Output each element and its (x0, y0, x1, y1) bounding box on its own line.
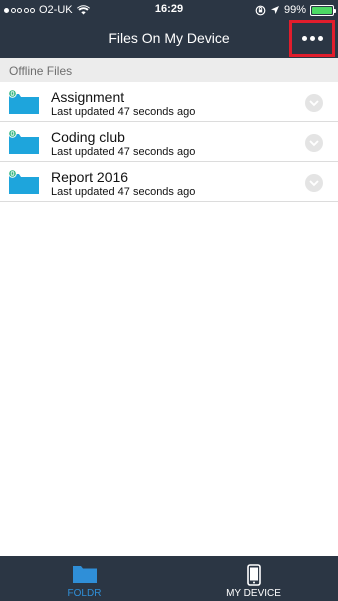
location-icon (270, 6, 279, 14)
file-name: Report 2016 (51, 169, 129, 185)
list-item[interactable]: Assignment Last updated 47 seconds ago (0, 82, 338, 122)
tab-label: MY DEVICE (226, 588, 281, 599)
file-updated-text: Last updated 47 seconds ago (51, 146, 196, 158)
file-name: Assignment (51, 89, 125, 105)
screen: O2-UK 16:29 99% Files On My Device Offli… (0, 0, 338, 601)
more-options-button[interactable] (289, 20, 335, 57)
folder-icon (8, 169, 39, 194)
orientation-lock-icon (255, 5, 266, 15)
nav-bar: Files On My Device (0, 20, 338, 58)
battery-percent: 99% (283, 4, 306, 16)
list-item[interactable]: Report 2016 Last updated 47 seconds ago (0, 162, 338, 202)
more-horizontal-icon (301, 36, 307, 41)
phone-icon (246, 564, 261, 586)
status-bar: O2-UK 16:29 99% (0, 0, 338, 20)
tab-label: FOLDR (67, 588, 102, 599)
folder-icon (8, 129, 39, 154)
section-header: Offline Files (0, 58, 338, 82)
file-updated-text: Last updated 47 seconds ago (51, 106, 196, 118)
chevron-down-icon[interactable] (305, 174, 323, 192)
page-title: Files On My Device (108, 30, 230, 46)
list-item[interactable]: Coding club Last updated 47 seconds ago (0, 122, 338, 162)
tab-my-device[interactable]: MY DEVICE (169, 556, 338, 601)
file-name: Coding club (51, 129, 125, 145)
tab-bar: FOLDR MY DEVICE (0, 556, 338, 601)
file-list: Assignment Last updated 47 seconds ago C… (0, 82, 338, 202)
chevron-down-icon[interactable] (305, 134, 323, 152)
folder-icon (72, 566, 97, 583)
tab-foldr[interactable]: FOLDR (0, 556, 169, 601)
folder-icon (8, 89, 39, 114)
chevron-down-icon[interactable] (305, 94, 323, 112)
status-right: 99% (255, 3, 336, 17)
battery-fill (312, 6, 332, 14)
battery-icon (310, 4, 336, 16)
file-updated-text: Last updated 47 seconds ago (51, 186, 196, 198)
